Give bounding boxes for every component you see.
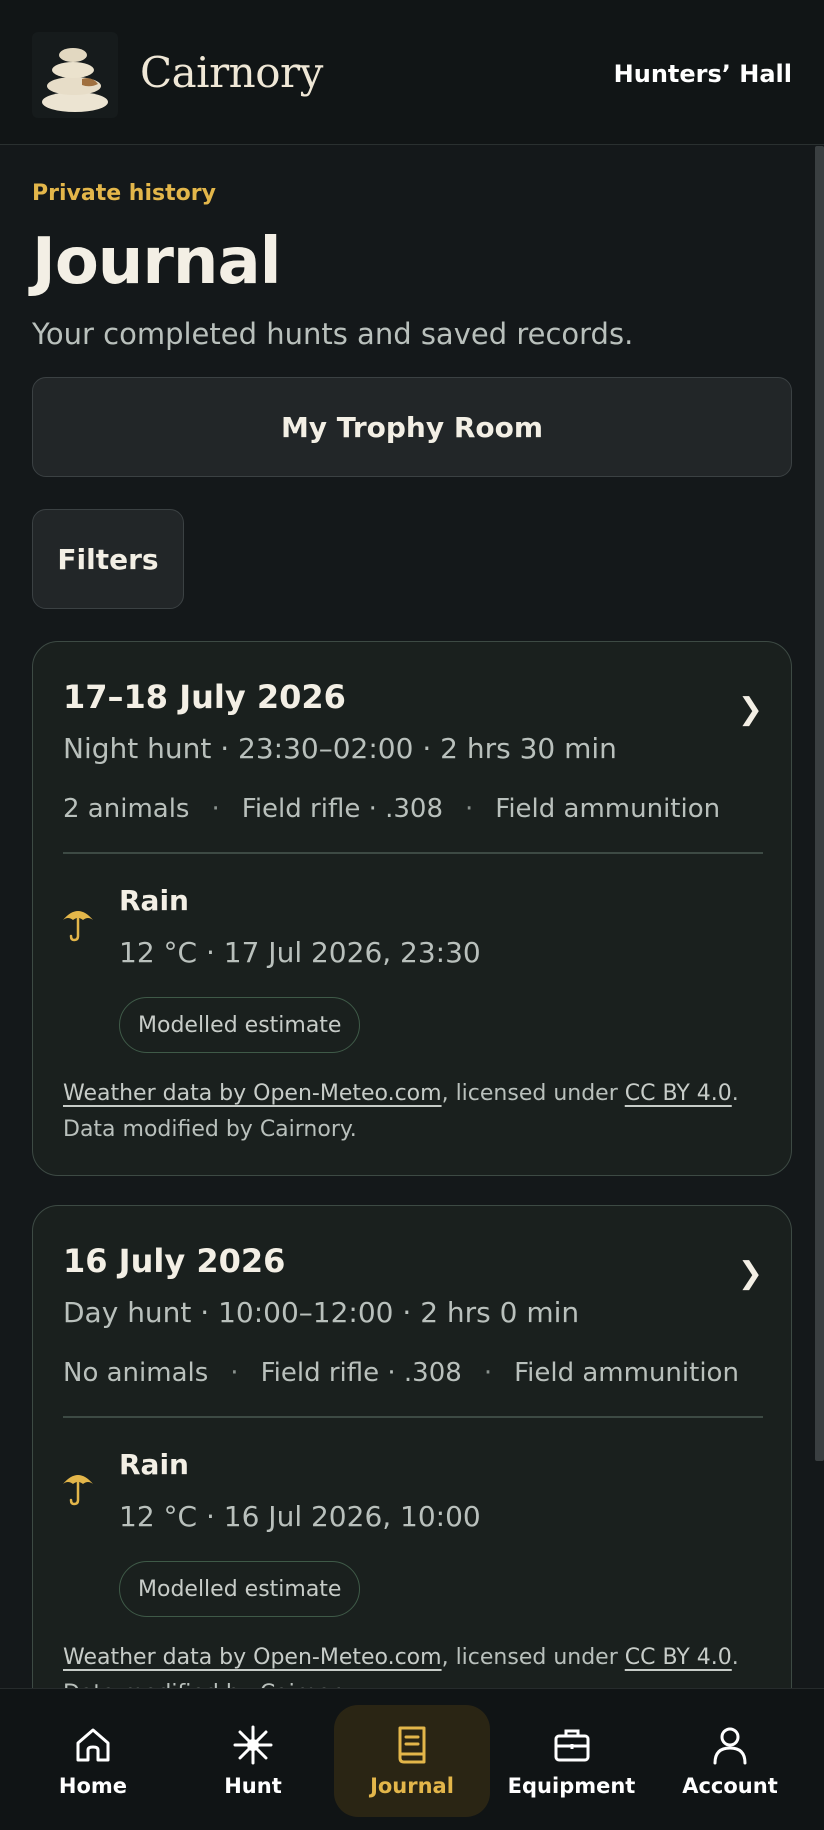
page-eyebrow: Private history: [32, 181, 216, 206]
entry-animals: 2 animals: [63, 794, 190, 824]
umbrella-icon: [61, 904, 95, 942]
entry-weapon: Field rifle · .308: [260, 1358, 462, 1388]
nav-label: Hunt: [224, 1774, 282, 1798]
page-subtitle: Your completed hunts and saved records.: [32, 317, 634, 351]
entry-meta: Night hunt · 23:30–02:00 · 2 hrs 30 min: [63, 732, 617, 765]
nav-hunt[interactable]: Hunt: [193, 1705, 313, 1817]
separator-dot: ·: [465, 794, 474, 824]
weather-condition: Rain: [119, 1448, 189, 1481]
separator-dot: ·: [211, 794, 220, 824]
entry-stats: 2 animals · Field rifle · .308 · Field ammun…: [63, 794, 720, 824]
weather-attribution: Weather data by Open-Meteo.com, licensed…: [63, 1076, 763, 1148]
entry-animals: No animals: [63, 1358, 209, 1388]
separator-dot: ·: [230, 1358, 239, 1388]
nav-journal[interactable]: Journal: [334, 1705, 490, 1817]
user-icon: [713, 1727, 747, 1765]
page-title: Journal: [32, 225, 282, 299]
home-icon: [76, 1728, 110, 1762]
nav-equipment[interactable]: Equipment: [507, 1705, 636, 1817]
nav-label: Account: [682, 1774, 778, 1798]
entry-meta: Day hunt · 10:00–12:00 · 2 hrs 0 min: [63, 1296, 580, 1329]
bottom-nav: Home Hunt Journal Equipment Account: [0, 1688, 824, 1830]
entry-stats: No animals · Field rifle · .308 · Field ammu…: [63, 1358, 739, 1388]
briefcase-icon: [554, 1729, 589, 1762]
trophy-room-button[interactable]: My Trophy Room: [32, 377, 792, 477]
cairn-stones-icon[interactable]: [32, 32, 118, 118]
journal-entry-card[interactable]: 16 July 2026 ❯ Day hunt · 10:00–12:00 · …: [32, 1205, 792, 1765]
entry-ammo: Field ammunition: [514, 1358, 739, 1388]
entry-date: 17–18 July 2026: [63, 678, 346, 716]
hunters-hall-link[interactable]: Hunters’ Hall: [614, 60, 792, 88]
sun-icon: [233, 1725, 273, 1765]
modelled-estimate-badge: Modelled estimate: [119, 997, 361, 1053]
book-icon: [398, 1726, 426, 1764]
entry-ammo: Field ammunition: [495, 794, 721, 824]
chevron-right-icon[interactable]: ❯: [738, 692, 763, 727]
app-header: Cairnory Hunters’ Hall: [0, 0, 824, 145]
weather-detail: 12 °C · 16 Jul 2026, 10:00: [119, 1500, 481, 1533]
weather-condition: Rain: [119, 884, 189, 917]
nav-label: Home: [58, 1774, 128, 1798]
divider: [63, 852, 763, 854]
attribution-text: , licensed under: [441, 1081, 625, 1106]
open-meteo-link[interactable]: Weather data by Open-Meteo.com: [63, 1645, 442, 1670]
nav-account[interactable]: Account: [670, 1705, 790, 1817]
nav-label: Equipment: [507, 1774, 636, 1798]
open-meteo-link[interactable]: Weather data by Open-Meteo.com: [63, 1081, 442, 1106]
journal-entry-card[interactable]: 17–18 July 2026 ❯ Night hunt · 23:30–02:…: [32, 641, 792, 1176]
entry-date: 16 July 2026: [63, 1242, 286, 1280]
cc-license-link[interactable]: CC BY 4.0: [625, 1081, 732, 1106]
chevron-right-icon[interactable]: ❯: [738, 1256, 763, 1291]
filters-button[interactable]: Filters: [32, 509, 184, 609]
nav-label: Journal: [370, 1774, 454, 1798]
scrollbar-thumb[interactable]: [815, 146, 824, 1461]
cc-license-link[interactable]: CC BY 4.0: [625, 1645, 732, 1670]
nav-home[interactable]: Home: [33, 1705, 153, 1817]
brand-name[interactable]: Cairnory: [140, 48, 323, 97]
umbrella-icon: [61, 1468, 95, 1506]
divider: [63, 1416, 763, 1418]
weather-detail: 12 °C · 17 Jul 2026, 23:30: [119, 936, 481, 969]
attribution-text: , licensed under: [441, 1645, 625, 1670]
separator-dot: ·: [483, 1358, 493, 1388]
entry-weapon: Field rifle · .308: [241, 794, 443, 824]
modelled-estimate-badge: Modelled estimate: [119, 1561, 361, 1617]
